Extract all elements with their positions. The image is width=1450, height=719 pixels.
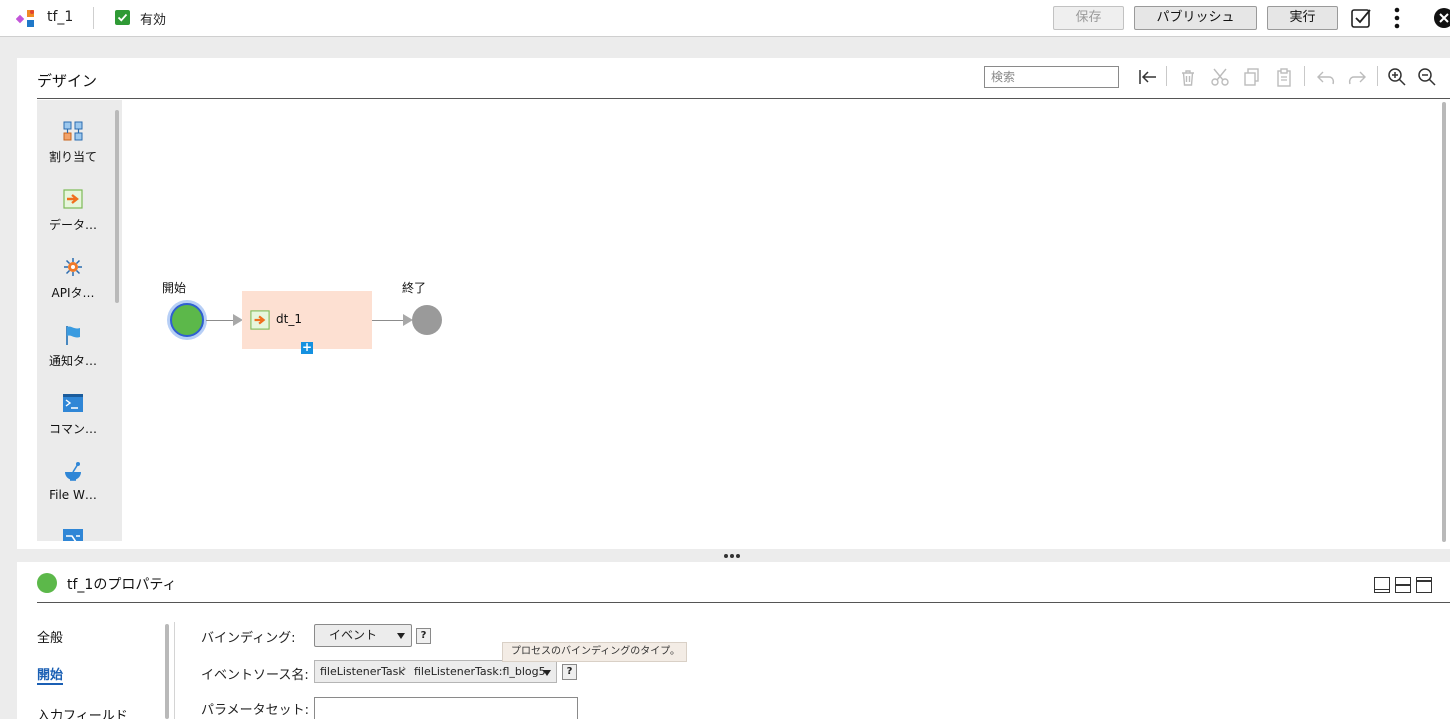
collapse-left-icon[interactable] (1137, 66, 1159, 88)
run-button[interactable]: 実行 (1267, 6, 1338, 30)
zoom-out-icon[interactable] (1416, 66, 1438, 88)
enabled-label: 有効 (140, 13, 167, 28)
zoom-in-icon[interactable] (1386, 66, 1408, 88)
connector (206, 320, 234, 321)
tab-start[interactable]: 開始 (37, 664, 63, 683)
status-indicator (37, 573, 57, 593)
palette-item-file-watch[interactable]: File W… (37, 460, 109, 502)
tabs-scrollbar[interactable] (165, 624, 169, 719)
top-bar: tf_1 有効 保存 パブリッシュ 実行 (0, 0, 1450, 37)
api-task-icon (64, 258, 82, 276)
design-title: デザイン (37, 72, 98, 90)
connector (372, 320, 404, 321)
save-button[interactable]: 保存 (1053, 6, 1124, 30)
check-icon (117, 13, 128, 22)
palette-label: File W… (49, 488, 97, 502)
tab-input-fields[interactable]: 入力フィールド (37, 705, 128, 719)
cut-icon[interactable] (1209, 66, 1231, 88)
binding-label: バインディング: (201, 631, 296, 646)
start-node[interactable] (170, 303, 204, 337)
properties-divider (37, 602, 1450, 603)
palette-item-assignment[interactable]: 割り当て (37, 120, 109, 165)
binding-tooltip: プロセスのバインディングのタイプ。 (502, 642, 687, 662)
app-title: tf_1 (47, 9, 74, 25)
end-label: 終了 (402, 281, 427, 295)
redo-icon[interactable] (1346, 66, 1368, 88)
palette-scrollbar[interactable] (115, 110, 119, 303)
event-source-label: イベントソース名: (201, 668, 309, 683)
breadcrumb-chevron-icon: › (402, 662, 407, 675)
paste-icon[interactable] (1273, 66, 1295, 88)
design-panel: デザイン 割 (17, 58, 1450, 549)
binding-help-button[interactable]: ? (416, 628, 431, 644)
palette-item-more[interactable] (37, 528, 109, 541)
command-terminal-icon (63, 394, 83, 412)
palette-item-notification-task[interactable]: 通知タ… (37, 324, 109, 369)
validate-icon[interactable] (1350, 7, 1372, 29)
palette-item-data-task[interactable]: データ… (37, 188, 109, 233)
end-node[interactable] (412, 305, 442, 335)
assignment-icon (63, 121, 83, 141)
palette-label: APIタ… (51, 286, 95, 300)
palette-item-api-task[interactable]: APIタ… (37, 256, 109, 301)
tabs-divider (174, 622, 175, 719)
palette-label: コマン… (48, 422, 97, 436)
step-palette: 割り当て データ… APIタ… 通知タ… コマン… File W… (37, 100, 122, 541)
layout-split-icon[interactable] (1395, 577, 1411, 593)
event-source-help-button[interactable]: ? (562, 664, 577, 680)
undo-icon[interactable] (1315, 66, 1337, 88)
close-icon[interactable] (1434, 8, 1450, 28)
notification-flag-icon (66, 326, 80, 345)
panel-splitter-handle[interactable] (722, 552, 742, 560)
publish-button[interactable]: パブリッシュ (1134, 6, 1257, 30)
event-source-part2: fileListenerTask:fl_blog5 (414, 665, 546, 678)
kebab-menu-icon[interactable] (1390, 6, 1404, 30)
design-divider (37, 98, 1450, 99)
shuffle-task-icon (63, 529, 83, 541)
binding-select[interactable]: イベント (314, 624, 412, 647)
chevron-down-icon (543, 670, 551, 676)
event-source-part1: fileListenerTask (320, 665, 405, 678)
chevron-down-icon (397, 633, 405, 639)
palette-label: 通知タ… (48, 354, 97, 368)
binding-value: イベント (329, 628, 378, 642)
layout-bottom-icon[interactable] (1374, 577, 1390, 593)
add-step-button[interactable]: + (301, 341, 313, 354)
palette-label: データ… (48, 218, 97, 232)
param-set-input[interactable] (314, 697, 578, 719)
canvas-scrollbar[interactable] (1442, 102, 1446, 542)
tab-general[interactable]: 全般 (37, 627, 63, 646)
header-divider (93, 7, 94, 29)
search-input[interactable] (984, 66, 1119, 88)
param-set-label: パラメータセット: (201, 703, 309, 718)
palette-label: 割り当て (48, 150, 97, 164)
active-tab-indicator (37, 683, 63, 685)
file-watch-icon (65, 462, 81, 481)
task-label: dt_1 (276, 312, 302, 326)
properties-panel: tf_1のプロパティ 全般 開始 入力フィールド バインディング: イベント ?… (17, 562, 1450, 719)
data-task-icon (250, 310, 270, 330)
data-task-icon (63, 189, 83, 209)
toolbar-divider (1166, 66, 1167, 86)
toolbar-divider (1304, 66, 1305, 86)
design-canvas[interactable]: 開始 dt_1 + 終了 (122, 100, 1447, 541)
palette-item-command-task[interactable]: コマン… (37, 392, 109, 437)
toolbar-divider (1377, 66, 1378, 86)
taskflow-icon (16, 10, 34, 27)
enabled-checkbox[interactable] (115, 10, 130, 25)
data-task-node[interactable]: dt_1 + (242, 291, 372, 354)
properties-title: tf_1のプロパティ (67, 577, 177, 593)
event-source-select[interactable]: fileListenerTask › fileListenerTask:fl_b… (314, 660, 557, 683)
start-label: 開始 (162, 281, 187, 295)
delete-icon[interactable] (1177, 66, 1199, 88)
layout-full-icon[interactable] (1416, 577, 1432, 593)
copy-icon[interactable] (1241, 66, 1263, 88)
